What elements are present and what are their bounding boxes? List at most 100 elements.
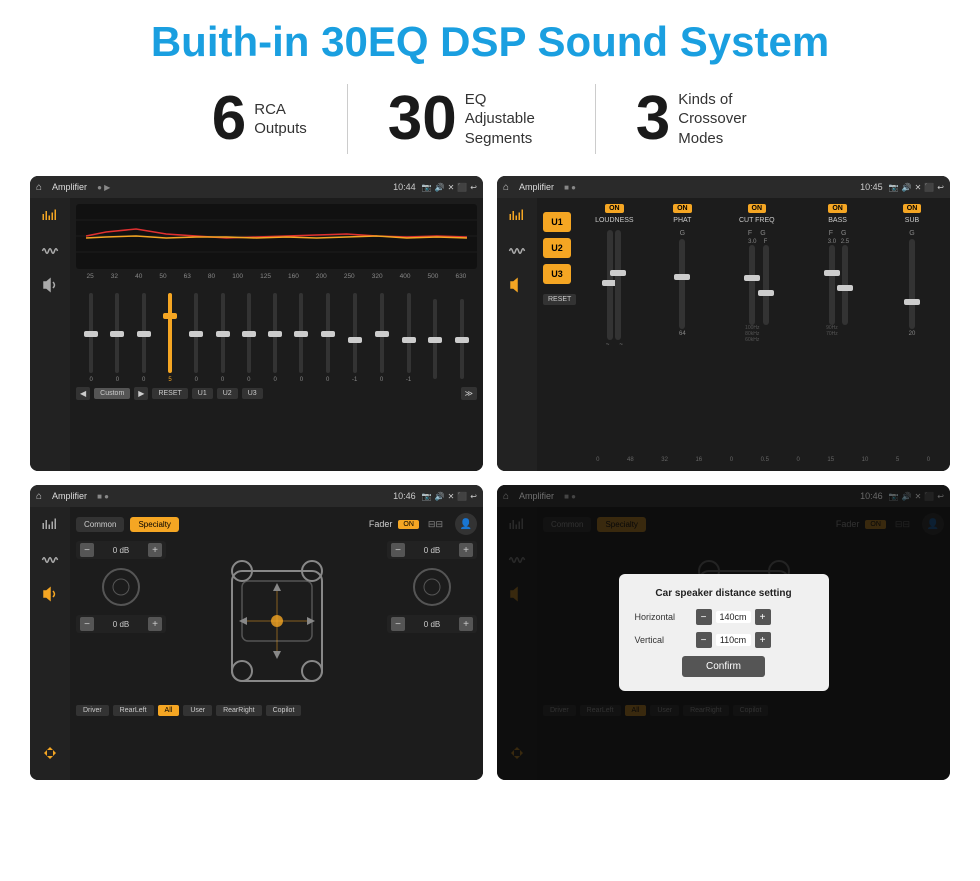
eq-more-btn[interactable]: ≫ bbox=[461, 387, 477, 400]
bass-name: BASS bbox=[828, 217, 847, 224]
user-btn[interactable]: User bbox=[183, 705, 212, 716]
cutfreq-sublabels: FG bbox=[748, 230, 766, 237]
dialog-box: Car speaker distance setting Horizontal … bbox=[619, 574, 829, 691]
channel-cutfreq: ON CUT FREQ FG 3.0 100Hz 80kHz bbox=[718, 204, 795, 455]
vertical-value: 110cm bbox=[716, 634, 751, 646]
channel-loudness: ON LOUDNESS ~~ bbox=[582, 204, 646, 455]
stat-eq-text: EQ Adjustable Segments bbox=[465, 90, 555, 149]
eq-slider-8: 0 bbox=[299, 293, 303, 383]
crossover-scale: 048321600.50151050 bbox=[582, 455, 944, 465]
fader-left-bottom-db: − 0 dB + bbox=[76, 615, 166, 633]
eq-sidebar-eq-icon[interactable] bbox=[36, 206, 64, 228]
bass-sublabels: FG bbox=[829, 230, 847, 237]
eq-prev-btn[interactable]: ◀ bbox=[76, 387, 90, 400]
right-top-value: 0 dB bbox=[408, 546, 456, 555]
profile-icon[interactable]: 👤 bbox=[455, 513, 477, 535]
eq-slider-4: 0 bbox=[194, 293, 198, 383]
crossover-reset-btn[interactable]: RESET bbox=[543, 294, 576, 305]
copilot-btn[interactable]: Copilot bbox=[266, 705, 302, 716]
u3-btn[interactable]: U3 bbox=[543, 264, 571, 284]
sub-on: ON bbox=[903, 204, 922, 213]
fader-sidebar-eq-icon[interactable] bbox=[36, 515, 64, 537]
horizontal-minus-btn[interactable]: − bbox=[696, 609, 712, 625]
eq-reset-btn[interactable]: RESET bbox=[152, 388, 187, 399]
eq-next-btn[interactable]: ▶ bbox=[134, 387, 148, 400]
fader-sidebar-speaker-icon[interactable] bbox=[36, 583, 64, 605]
eq-slider-9: 0 bbox=[326, 293, 330, 383]
eq-content: 253240506380100125160200250320400500630 … bbox=[30, 198, 483, 471]
right-top-plus[interactable]: + bbox=[459, 543, 473, 557]
crossover-sidebar-wave-icon[interactable] bbox=[503, 240, 531, 262]
stat-eq: 30 EQ Adjustable Segments bbox=[348, 88, 595, 150]
vertical-row: Vertical − 110cm + bbox=[635, 632, 813, 648]
right-bottom-plus[interactable]: + bbox=[459, 617, 473, 631]
bass-on: ON bbox=[828, 204, 847, 213]
crossover-status-icons: 📷 🔊 ✕ ⬛ ↩ bbox=[889, 183, 944, 192]
rearleft-btn[interactable]: RearLeft bbox=[113, 705, 154, 716]
loudness-labels: ~~ bbox=[606, 342, 623, 348]
stat-rca: 6 RCA Outputs bbox=[172, 88, 347, 150]
stats-row: 6 RCA Outputs 30 EQ Adjustable Segments … bbox=[30, 84, 950, 154]
main-title: Buith-in 30EQ DSP Sound System bbox=[30, 18, 950, 66]
common-mode-btn[interactable]: Common bbox=[76, 517, 124, 532]
eq-sidebar bbox=[30, 198, 70, 471]
eq-u1-btn[interactable]: U1 bbox=[192, 388, 213, 399]
phat-sublabel: G bbox=[680, 230, 685, 237]
fader-content: Common Specialty Fader ON ⊟⊟ 👤 − bbox=[30, 507, 483, 780]
fader-right-top-db: − 0 dB + bbox=[387, 541, 477, 559]
left-top-minus[interactable]: − bbox=[80, 543, 94, 557]
sub-sublabel: G bbox=[909, 230, 914, 237]
dialog-title: Car speaker distance setting bbox=[635, 588, 813, 599]
left-bottom-plus[interactable]: + bbox=[148, 617, 162, 631]
crossover-inner: U1 U2 U3 RESET ON LOUDNESS bbox=[543, 204, 944, 465]
vertical-minus-btn[interactable]: − bbox=[696, 632, 712, 648]
crossover-sidebar-speaker-icon[interactable] bbox=[503, 274, 531, 296]
sub-name: SUB bbox=[905, 217, 919, 224]
all-btn[interactable]: All bbox=[158, 705, 180, 716]
phat-on: ON bbox=[673, 204, 692, 213]
stat-crossover: 3 Kinds of Crossover Modes bbox=[596, 88, 808, 150]
u2-btn[interactable]: U2 bbox=[543, 238, 571, 258]
specialty-mode-btn[interactable]: Specialty bbox=[130, 517, 178, 532]
confirm-button[interactable]: Confirm bbox=[682, 656, 765, 677]
eq-sidebar-speaker-icon[interactable] bbox=[36, 274, 64, 296]
eq-u2-btn[interactable]: U2 bbox=[217, 388, 238, 399]
eq-slider-5: 0 bbox=[221, 293, 225, 383]
left-top-value: 0 dB bbox=[97, 546, 145, 555]
horizontal-row: Horizontal − 140cm + bbox=[635, 609, 813, 625]
left-bottom-value: 0 dB bbox=[97, 620, 145, 629]
fader-top-bar: Common Specialty Fader ON ⊟⊟ 👤 bbox=[76, 513, 477, 535]
left-top-plus[interactable]: + bbox=[148, 543, 162, 557]
eq-u3-btn[interactable]: U3 bbox=[242, 388, 263, 399]
eq-slider-12: -1 bbox=[406, 293, 411, 383]
fader-sidebar-arrows-icon[interactable] bbox=[36, 742, 64, 764]
crossover-screen-title: Amplifier bbox=[519, 182, 554, 192]
car-svg bbox=[217, 541, 337, 701]
rearright-btn[interactable]: RearRight bbox=[216, 705, 262, 716]
fader-right-controls: − 0 dB + − bbox=[387, 541, 477, 701]
fader-time: 10:46 bbox=[393, 491, 416, 501]
left-bottom-minus[interactable]: − bbox=[80, 617, 94, 631]
crossover-screen: ⌂ Amplifier ■ ● 10:45 📷 🔊 ✕ ⬛ ↩ bbox=[497, 176, 950, 471]
fader-sidebar bbox=[30, 507, 70, 780]
fader-sidebar-wave-icon[interactable] bbox=[36, 549, 64, 571]
vertical-plus-btn[interactable]: + bbox=[755, 632, 771, 648]
crossover-sidebar bbox=[497, 198, 537, 471]
eq-freq-labels: 253240506380100125160200250320400500630 bbox=[76, 273, 477, 280]
phat-value: 64 bbox=[679, 331, 686, 337]
eq-sidebar-wave-icon[interactable] bbox=[36, 240, 64, 262]
eq-slider-14 bbox=[460, 299, 464, 383]
driver-btn[interactable]: Driver bbox=[76, 705, 109, 716]
stat-eq-number: 30 bbox=[388, 88, 457, 150]
sub-value: 20 bbox=[909, 331, 916, 337]
fader-status-bar: ⌂ Amplifier ■ ● 10:46 📷 🔊 ✕ ⬛ ↩ bbox=[30, 485, 483, 507]
crossover-main: U1 U2 U3 RESET ON LOUDNESS bbox=[537, 198, 950, 471]
right-bottom-value: 0 dB bbox=[408, 620, 456, 629]
eq-slider-2: 0 bbox=[142, 293, 146, 383]
right-bottom-minus[interactable]: − bbox=[391, 617, 405, 631]
fader-main-area: − 0 dB + − bbox=[76, 541, 477, 701]
u1-btn[interactable]: U1 bbox=[543, 212, 571, 232]
horizontal-plus-btn[interactable]: + bbox=[755, 609, 771, 625]
crossover-sidebar-eq-icon[interactable] bbox=[503, 206, 531, 228]
right-top-minus[interactable]: − bbox=[391, 543, 405, 557]
